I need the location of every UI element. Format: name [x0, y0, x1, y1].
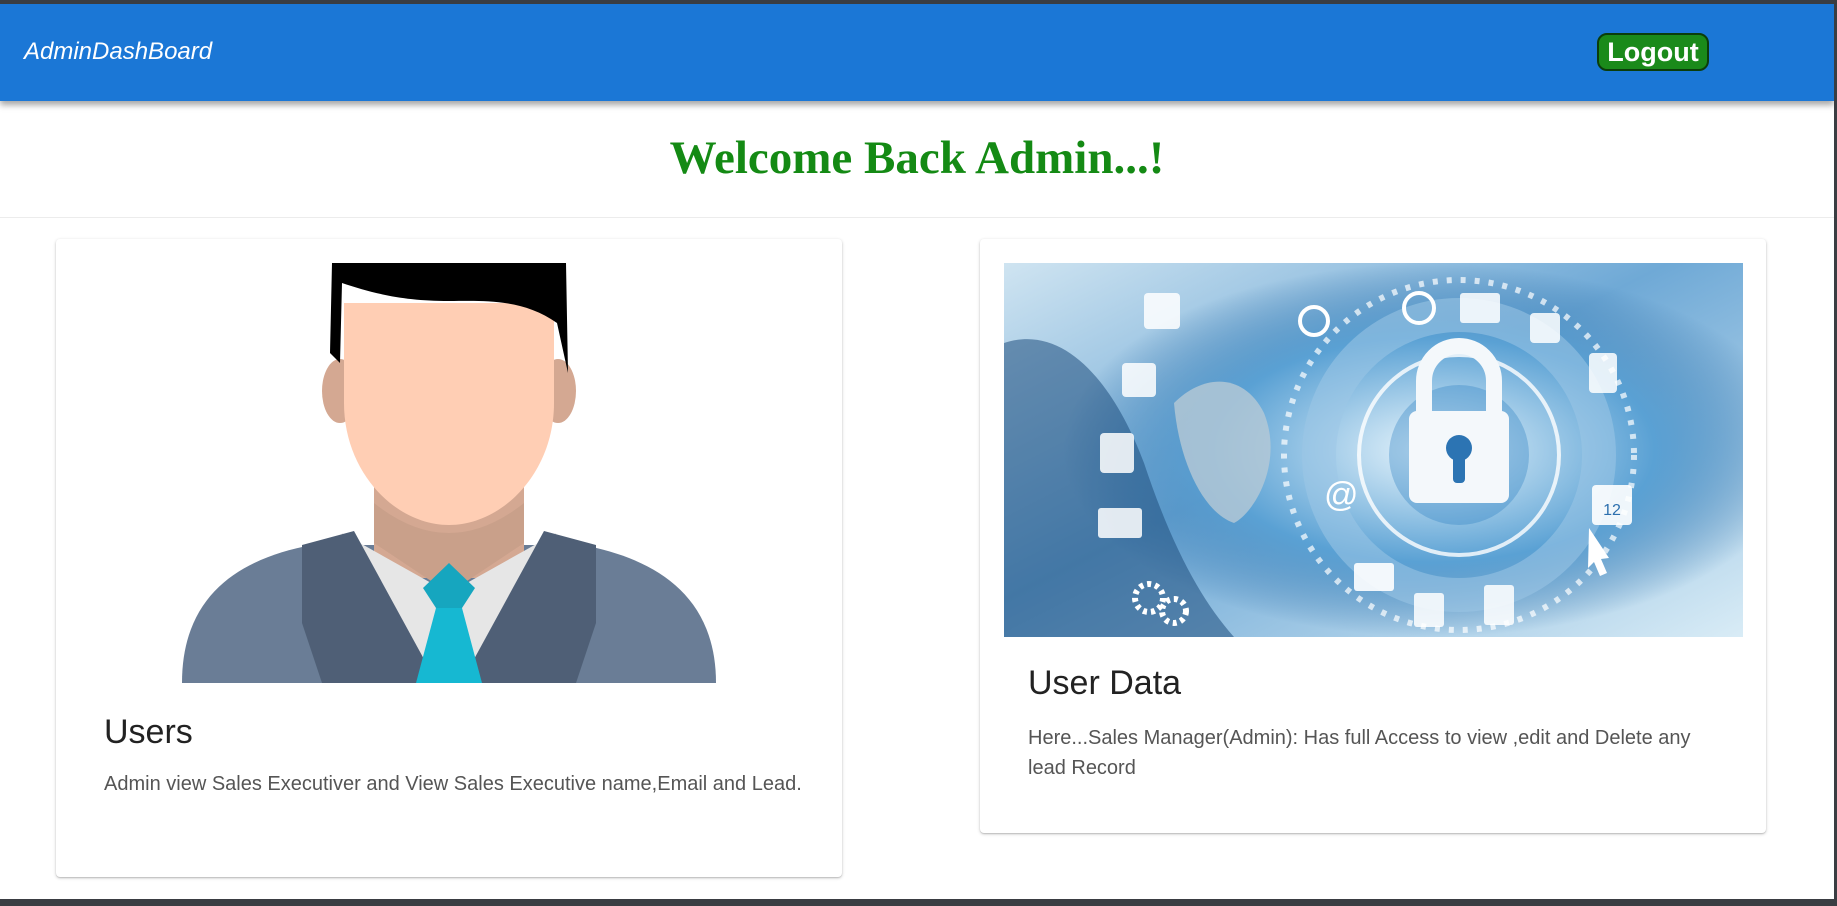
- welcome-banner: Welcome Back Admin...!: [0, 101, 1834, 218]
- calendar-day-text: 12: [1603, 502, 1621, 519]
- users-card[interactable]: Users Admin view Sales Executiver and Vi…: [56, 239, 842, 877]
- welcome-title: Welcome Back Admin...!: [669, 132, 1165, 184]
- security-image: 12 @: [1004, 263, 1743, 637]
- user-data-card-description: Here...Sales Manager(Admin): Has full Ac…: [1028, 727, 1691, 779]
- app-brand[interactable]: AdminDashBoard: [24, 38, 212, 66]
- user-data-card[interactable]: 12 @ User Data Here...Sales Manager(Admi…: [980, 239, 1766, 833]
- top-app-bar: AdminDashBoard Logout: [0, 4, 1834, 101]
- users-card-description: Admin view Sales Executiver and View Sal…: [104, 773, 802, 795]
- logout-button[interactable]: Logout: [1597, 33, 1709, 71]
- user-data-card-title: User Data: [1028, 664, 1182, 702]
- admin-avatar-image: [182, 263, 716, 683]
- svg-text:@: @: [1324, 476, 1359, 514]
- app-window: AdminDashBoard Logout Welcome Back Admin…: [0, 4, 1834, 899]
- users-card-title: Users: [104, 713, 193, 751]
